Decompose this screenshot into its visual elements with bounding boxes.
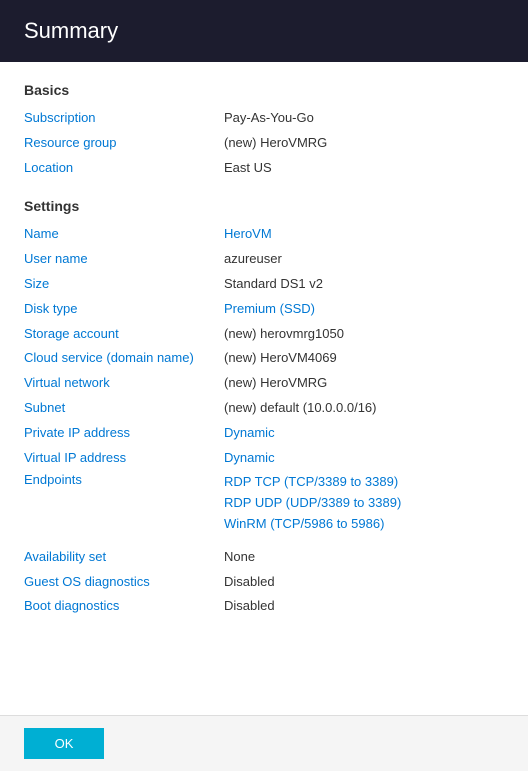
row-disk-type: Disk type Premium (SSD) [24, 299, 504, 320]
label-cloud-service: Cloud service (domain name) [24, 348, 224, 369]
value-guest-diagnostics: Disabled [224, 572, 504, 593]
label-storage-account: Storage account [24, 324, 224, 345]
row-private-ip: Private IP address Dynamic [24, 423, 504, 444]
label-location: Location [24, 158, 224, 179]
label-name: Name [24, 224, 224, 245]
label-disk-type: Disk type [24, 299, 224, 320]
row-subnet: Subnet (new) default (10.0.0.0/16) [24, 398, 504, 419]
row-availability-set: Availability set None [24, 547, 504, 568]
label-virtual-ip: Virtual IP address [24, 448, 224, 469]
page-title: Summary [24, 18, 118, 43]
value-subscription: Pay-As-You-Go [224, 108, 504, 129]
label-size: Size [24, 274, 224, 295]
row-name: Name HeroVM [24, 224, 504, 245]
endpoints-values: RDP TCP (TCP/3389 to 3389) RDP UDP (UDP/… [224, 472, 401, 534]
settings-section: Settings Name HeroVM User name azureuser… [24, 198, 504, 617]
value-location: East US [224, 158, 504, 179]
label-boot-diagnostics: Boot diagnostics [24, 596, 224, 617]
basics-title: Basics [24, 82, 504, 98]
header: Summary [0, 0, 528, 62]
row-boot-diagnostics: Boot diagnostics Disabled [24, 596, 504, 617]
row-storage-account: Storage account (new) herovmrg1050 [24, 324, 504, 345]
value-resource-group: (new) HeroVMRG [224, 133, 504, 154]
value-size: Standard DS1 v2 [224, 274, 504, 295]
ok-button[interactable]: OK [24, 728, 104, 759]
value-cloud-service: (new) HeroVM4069 [224, 348, 504, 369]
endpoint-winrm: WinRM (TCP/5986 to 5986) [224, 514, 401, 535]
label-endpoints: Endpoints [24, 472, 224, 534]
row-endpoints: Endpoints RDP TCP (TCP/3389 to 3389) RDP… [24, 472, 504, 534]
content-area: Basics Subscription Pay-As-You-Go Resour… [0, 62, 528, 715]
label-subscription: Subscription [24, 108, 224, 129]
label-availability-set: Availability set [24, 547, 224, 568]
basics-section: Basics Subscription Pay-As-You-Go Resour… [24, 82, 504, 178]
row-subscription: Subscription Pay-As-You-Go [24, 108, 504, 129]
value-virtual-ip: Dynamic [224, 448, 504, 469]
label-virtual-network: Virtual network [24, 373, 224, 394]
value-boot-diagnostics: Disabled [224, 596, 504, 617]
label-username: User name [24, 249, 224, 270]
value-storage-account: (new) herovmrg1050 [224, 324, 504, 345]
row-guest-diagnostics: Guest OS diagnostics Disabled [24, 572, 504, 593]
value-subnet: (new) default (10.0.0.0/16) [224, 398, 504, 419]
row-virtual-ip: Virtual IP address Dynamic [24, 448, 504, 469]
row-username: User name azureuser [24, 249, 504, 270]
value-availability-set: None [224, 547, 504, 568]
value-private-ip: Dynamic [224, 423, 504, 444]
row-virtual-network: Virtual network (new) HeroVMRG [24, 373, 504, 394]
value-disk-type: Premium (SSD) [224, 299, 504, 320]
row-location: Location East US [24, 158, 504, 179]
value-username: azureuser [224, 249, 504, 270]
label-resource-group: Resource group [24, 133, 224, 154]
label-subnet: Subnet [24, 398, 224, 419]
endpoint-rdp-udp: RDP UDP (UDP/3389 to 3389) [224, 493, 401, 514]
row-resource-group: Resource group (new) HeroVMRG [24, 133, 504, 154]
value-name: HeroVM [224, 224, 504, 245]
footer: OK [0, 715, 528, 771]
row-cloud-service: Cloud service (domain name) (new) HeroVM… [24, 348, 504, 369]
label-private-ip: Private IP address [24, 423, 224, 444]
row-size: Size Standard DS1 v2 [24, 274, 504, 295]
value-virtual-network: (new) HeroVMRG [224, 373, 504, 394]
settings-title: Settings [24, 198, 504, 214]
endpoint-rdp-tcp: RDP TCP (TCP/3389 to 3389) [224, 472, 401, 493]
label-guest-diagnostics: Guest OS diagnostics [24, 572, 224, 593]
